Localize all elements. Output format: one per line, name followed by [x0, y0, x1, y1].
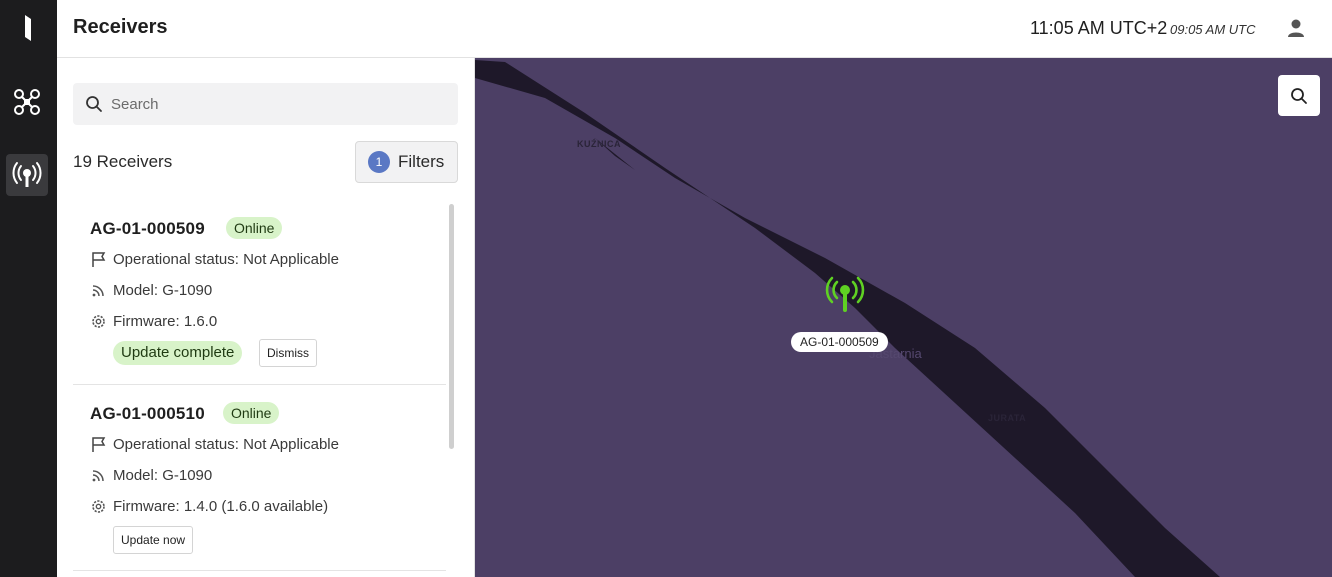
- local-time: 11:05 AM UTC+2: [1030, 18, 1168, 38]
- filters-button[interactable]: 1 Filters: [355, 141, 458, 183]
- utc-time: 09:05 AM UTC: [1170, 22, 1256, 37]
- flag-icon: [92, 437, 106, 452]
- search-icon: [86, 96, 102, 112]
- map-view[interactable]: KUŹNICA JURATA Jastarnia AG-01-000509: [475, 58, 1332, 577]
- peninsula-land: [475, 60, 1220, 577]
- update-now-button[interactable]: Update now: [113, 526, 194, 554]
- sidebar-item-receivers[interactable]: [6, 154, 48, 196]
- map-search-button[interactable]: [1278, 75, 1320, 116]
- map-place-label: JURATA: [988, 413, 1027, 423]
- antenna-icon: [12, 162, 42, 187]
- receiver-count: 19 Receivers: [73, 152, 173, 171]
- model-text: Model: G-1090: [113, 282, 213, 299]
- drone-icon: [14, 89, 40, 115]
- update-status-badge: Update complete: [113, 341, 243, 365]
- receiver-card[interactable]: AG-01-000510 Online Operational status: …: [73, 386, 446, 571]
- filter-count-badge: 1: [368, 151, 390, 173]
- status-badge: Online: [223, 402, 280, 424]
- firmware-text: Firmware: 1.4.0 (1.6.0 available): [113, 498, 329, 515]
- receiver-name: AG-01-000509: [90, 219, 205, 238]
- flag-icon: [92, 252, 106, 267]
- receiver-list: AG-01-000509 Online Operational status: …: [73, 203, 446, 577]
- receiver-name: AG-01-000510: [90, 404, 205, 423]
- model-row: Model: G-1090: [90, 282, 212, 299]
- model-row: Model: G-1090: [90, 467, 212, 484]
- rss-icon: [92, 470, 104, 482]
- operational-status-text: Operational status: Not Applicable: [113, 436, 339, 453]
- receiver-marker-icon[interactable]: [825, 276, 865, 318]
- receiver-card[interactable]: AG-01-000509 Online Operational status: …: [73, 203, 446, 385]
- operational-status: Operational status: Not Applicable: [90, 251, 339, 268]
- list-scrollbar[interactable]: [449, 204, 454, 449]
- rss-icon: [92, 285, 104, 297]
- left-rail: [0, 0, 57, 577]
- top-header: Receivers 11:05 AM UTC+2 09:05 AM UTC: [57, 0, 1332, 58]
- map-place-label: KUŹNICA: [577, 139, 621, 149]
- receivers-panel: 19 Receivers 1 Filters AG-01-000509 Onli…: [57, 58, 475, 577]
- status-badge: Online: [226, 217, 283, 239]
- gear-icon: [92, 500, 105, 513]
- dismiss-button[interactable]: Dismiss: [259, 339, 317, 367]
- marker-label[interactable]: AG-01-000509: [791, 332, 888, 352]
- search-box[interactable]: [73, 83, 458, 125]
- operational-status: Operational status: Not Applicable: [90, 436, 339, 453]
- search-icon: [1291, 87, 1307, 104]
- operational-status-text: Operational status: Not Applicable: [113, 251, 339, 268]
- model-text: Model: G-1090: [113, 467, 213, 484]
- page-title: Receivers: [73, 16, 168, 38]
- firmware-text: Firmware: 1.6.0: [113, 313, 218, 330]
- user-icon[interactable]: [1285, 17, 1307, 39]
- filters-label: Filters: [398, 152, 445, 171]
- sidebar-item-drones[interactable]: [6, 81, 48, 123]
- firmware-row: Firmware: 1.4.0 (1.6.0 available): [90, 498, 328, 515]
- search-input[interactable]: [111, 83, 451, 125]
- app-logo: [25, 15, 31, 41]
- firmware-row: Firmware: 1.6.0: [90, 313, 217, 330]
- gear-icon: [92, 315, 105, 328]
